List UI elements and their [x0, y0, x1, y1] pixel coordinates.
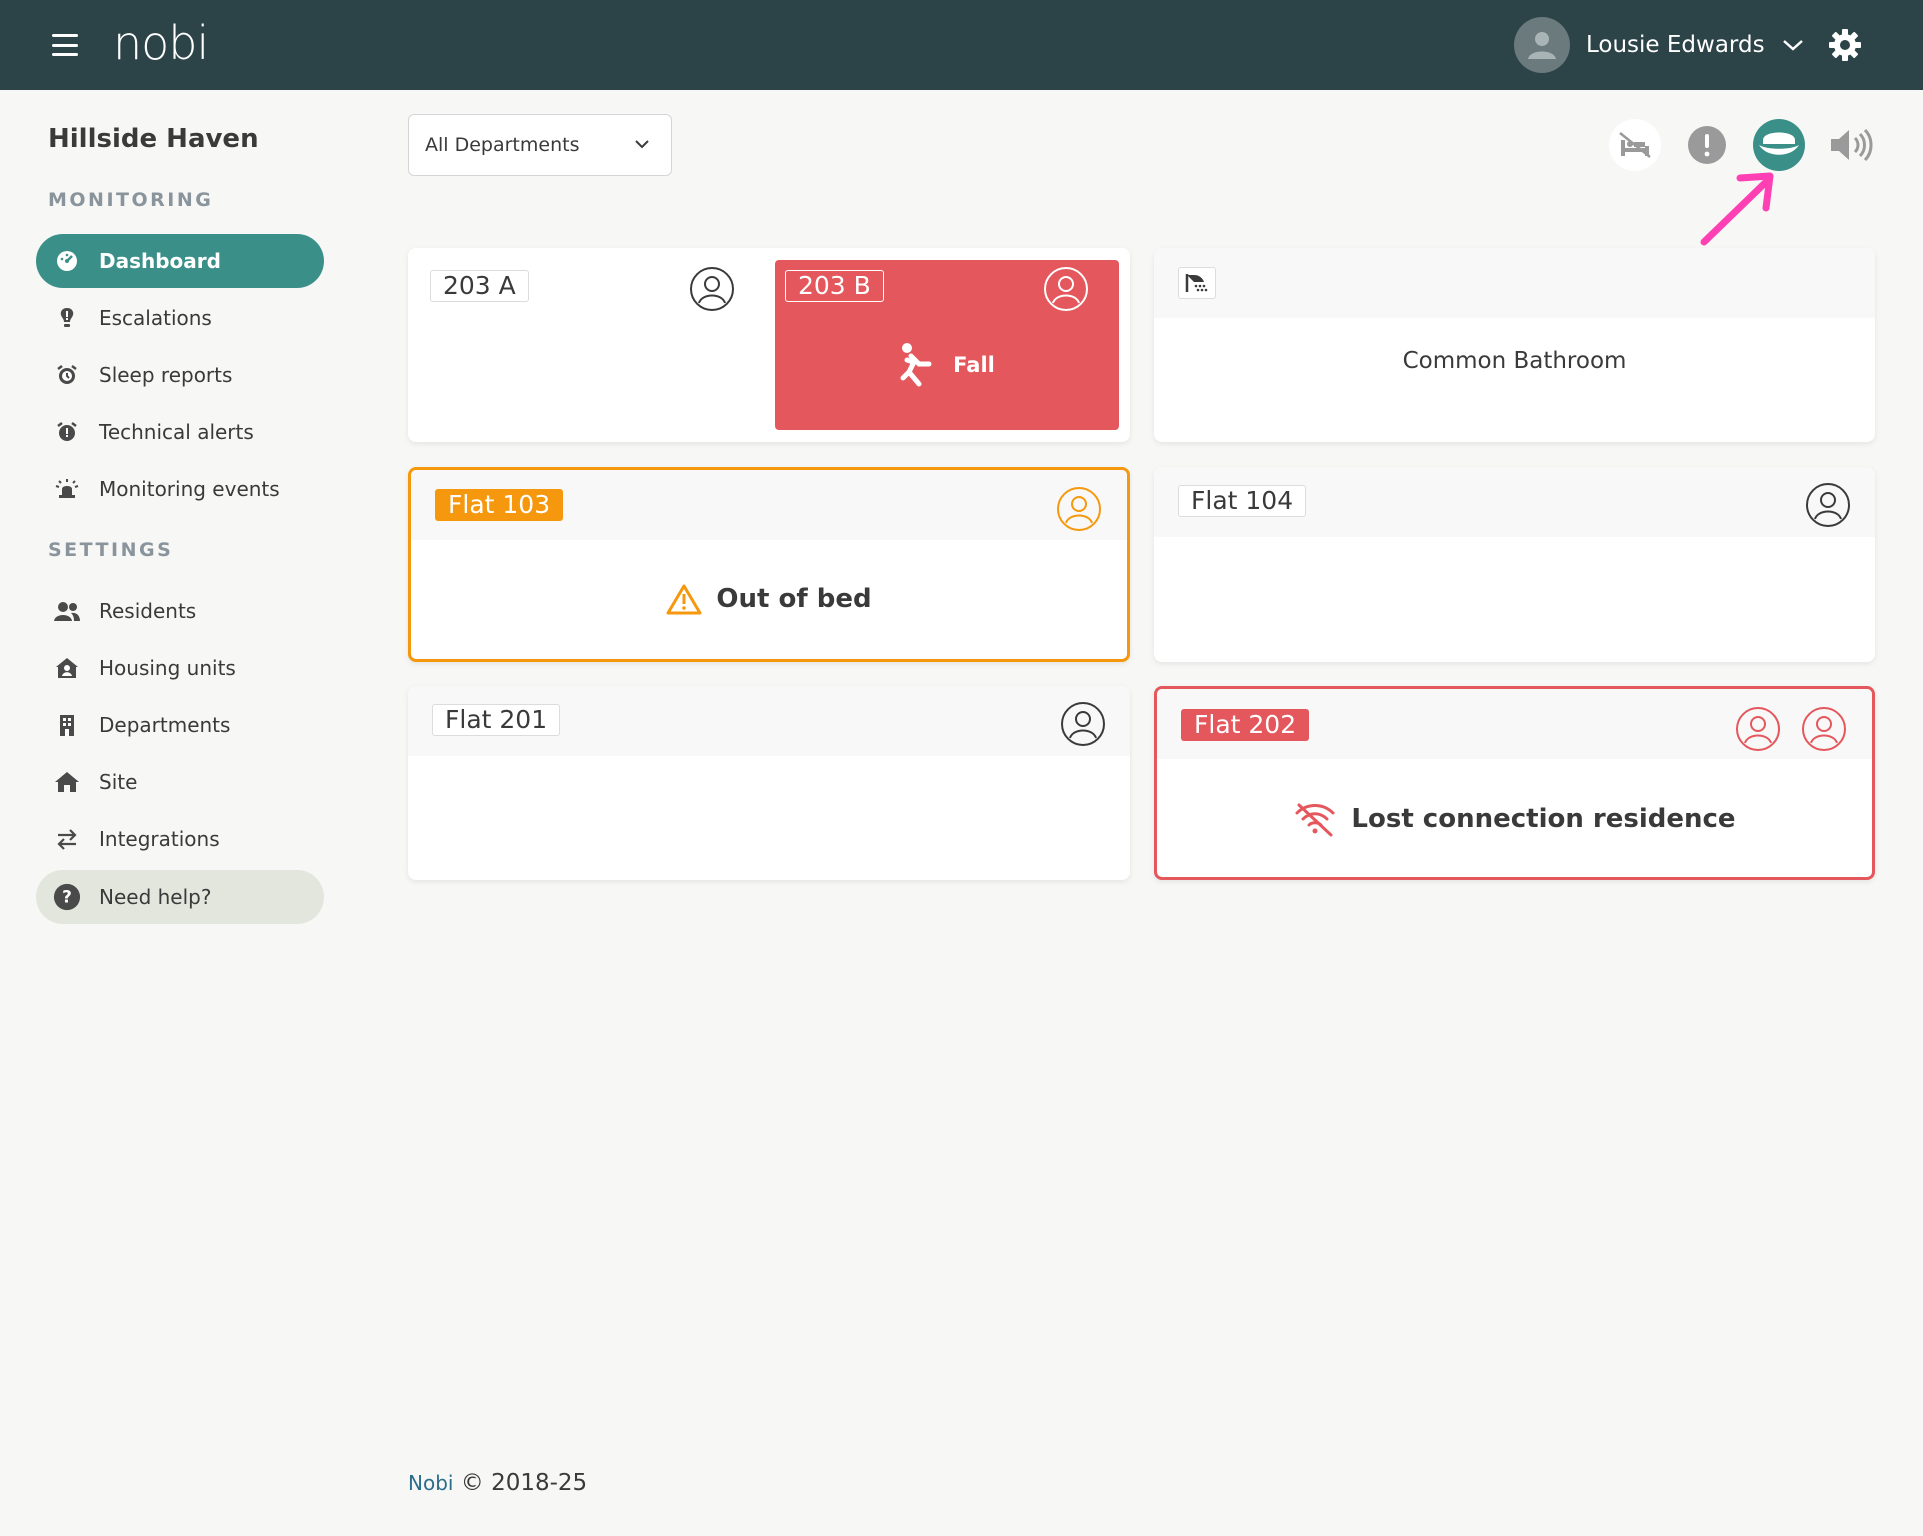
person-icon	[1802, 707, 1846, 751]
sidebar-item-label: Technical alerts	[99, 420, 254, 444]
sidebar-item-site[interactable]: Site	[36, 755, 324, 809]
fall-person-icon	[900, 343, 932, 387]
lost-connection-status: Lost connection residence	[1157, 801, 1872, 837]
gear-icon[interactable]	[1828, 28, 1862, 62]
sidebar-item-departments[interactable]: Departments	[36, 698, 324, 752]
fall-status: Fall	[775, 342, 1119, 388]
need-help-label: Need help?	[99, 885, 212, 909]
svg-text:?: ?	[62, 887, 72, 907]
person-icon	[1061, 702, 1105, 746]
person-icon	[1057, 487, 1101, 531]
room-label-203a: 203 A	[430, 270, 529, 302]
sidebar-item-escalations[interactable]: Escalations	[36, 291, 324, 345]
department-select-value: All Departments	[425, 134, 580, 156]
room-card-common-bathroom[interactable]: Common Bathroom	[1154, 248, 1875, 442]
room-card-flat-202[interactable]: Flat 202 Lost connection residence	[1154, 686, 1875, 880]
arrows-exchange-icon	[53, 825, 81, 853]
chevron-down-icon	[1782, 40, 1803, 51]
question-icon: ?	[53, 883, 81, 911]
chevron-down-icon	[635, 140, 649, 149]
lightbulb-alert-icon	[53, 304, 81, 332]
settings-section-title: SETTINGS	[48, 539, 174, 561]
siren-icon	[53, 475, 81, 503]
building-icon	[53, 711, 81, 739]
avatar	[1514, 17, 1570, 73]
room-label-flat-201: Flat 201	[432, 704, 561, 736]
sidebar-item-technical-alerts[interactable]: Technical alerts	[36, 405, 324, 459]
sidebar-item-housing-units[interactable]: Housing units	[36, 641, 324, 695]
user-menu[interactable]: Lousie Edwards	[1514, 17, 1805, 73]
room-card-flat-103[interactable]: Flat 103 Out of bed	[408, 467, 1130, 662]
room-label-flat-202: Flat 202	[1181, 709, 1310, 741]
users-icon	[53, 597, 81, 625]
person-icon	[690, 267, 734, 311]
alarm-clock-icon	[53, 361, 81, 389]
need-help-button[interactable]: ? Need help?	[36, 870, 324, 924]
sidebar-item-label: Monitoring events	[99, 477, 280, 501]
shower-icon	[1178, 267, 1216, 299]
card-header	[1154, 248, 1875, 318]
person-icon	[1528, 32, 1556, 59]
sidebar-item-label: Residents	[99, 599, 197, 623]
house-user-icon	[53, 654, 81, 682]
footer-brand-link[interactable]: Nobi	[408, 1471, 453, 1495]
bed-off-icon[interactable]	[1609, 119, 1661, 171]
sidebar-item-residents[interactable]: Residents	[36, 584, 324, 638]
out-of-bed-label: Out of bed	[716, 584, 872, 614]
home-icon	[53, 768, 81, 796]
room-203b-alert-panel[interactable]: 203 B Fall	[775, 260, 1119, 430]
sidebar-item-monitoring-events[interactable]: Monitoring events	[36, 462, 324, 516]
room-label-203b: 203 B	[785, 270, 884, 302]
dashboard-icon	[53, 247, 81, 275]
footer-copyright: © 2018-25	[460, 1470, 588, 1496]
wifi-off-icon	[1295, 803, 1335, 837]
out-of-bed-status: Out of bed	[411, 583, 1127, 615]
person-icon	[1736, 707, 1780, 751]
alarm-alert-icon	[53, 418, 81, 446]
site-name: Hillside Haven	[48, 124, 259, 154]
room-card-flat-201[interactable]: Flat 201	[408, 686, 1130, 880]
room-label-flat-103: Flat 103	[435, 489, 564, 521]
sidebar-item-label: Housing units	[99, 656, 236, 680]
nobi-logo[interactable]: nobi	[113, 16, 209, 70]
sidebar-item-dashboard[interactable]: Dashboard	[36, 234, 324, 288]
menu-icon[interactable]	[52, 34, 78, 56]
sidebar-item-label: Escalations	[99, 306, 212, 330]
user-name: Lousie Edwards	[1586, 32, 1765, 58]
sidebar-item-label: Site	[99, 770, 138, 794]
sidebar-item-label: Departments	[99, 713, 231, 737]
department-select[interactable]: All Departments	[408, 114, 672, 176]
sidebar-item-integrations[interactable]: Integrations	[36, 812, 324, 866]
fall-status-label: Fall	[953, 353, 995, 377]
monitoring-section-title: MONITORING	[48, 189, 214, 211]
room-card-203[interactable]: 203 A 203 B Fall	[408, 248, 1130, 442]
annotation-arrow-icon	[1700, 172, 1774, 246]
sidebar-item-label: Dashboard	[99, 249, 221, 273]
footer: Nobi © 2018-25	[408, 1470, 587, 1496]
room-name-common-bathroom: Common Bathroom	[1402, 348, 1627, 374]
sidebar-item-label: Integrations	[99, 827, 220, 851]
sidebar-item-label: Sleep reports	[99, 363, 233, 387]
sidebar-item-sleep-reports[interactable]: Sleep reports	[36, 348, 324, 402]
volume-icon[interactable]	[1825, 119, 1877, 171]
top-bar: nobi Lousie Edwards	[0, 0, 1923, 90]
room-card-flat-104[interactable]: Flat 104	[1154, 467, 1875, 662]
warning-icon	[666, 584, 702, 615]
person-icon	[1044, 267, 1088, 311]
person-icon	[1806, 483, 1850, 527]
room-label-flat-104: Flat 104	[1178, 485, 1307, 517]
lost-connection-label: Lost connection residence	[1351, 804, 1736, 834]
